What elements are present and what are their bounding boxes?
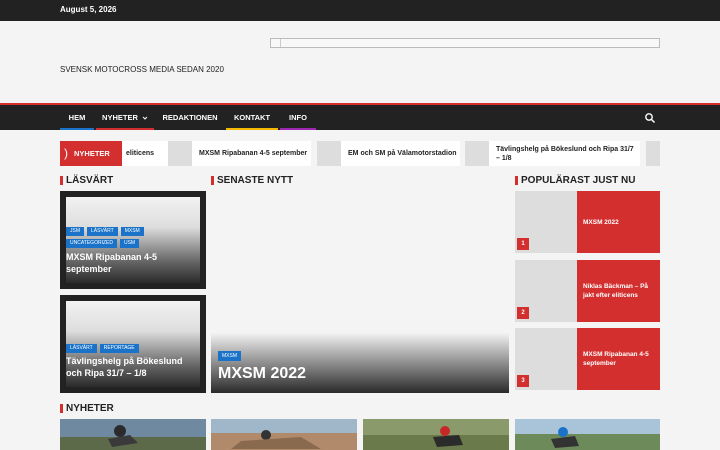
- popular-item[interactable]: 3 MXSM Ripabanan 4-5 september: [515, 328, 660, 390]
- nav-underline: [280, 128, 316, 130]
- card-tags: JSM LÄSVÄRT MXSM UNCATEGORIZED USM: [66, 227, 176, 248]
- nav-underline: [96, 128, 154, 130]
- ticker-pulse-icon: ): [64, 146, 68, 160]
- site-tagline: SVENSK MOTOCROSS MEDIA SEDAN 2020: [60, 65, 224, 74]
- section-title-nyheter: NYHETER: [60, 403, 114, 414]
- ticker-item-title: EM och SM på Välamotorstadion: [348, 150, 457, 157]
- lasvart-card[interactable]: LÄSVÄRT REPORTAGE Tävlingshelg på Bökesl…: [60, 295, 206, 393]
- section-title-popularast: POPULÄRAST JUST NU: [515, 175, 635, 186]
- popular-item[interactable]: 2 Niklas Bäckman – På jakt efter elitice…: [515, 260, 660, 322]
- top-bar: August 5, 2026: [0, 0, 720, 21]
- category-tag[interactable]: MXSM: [120, 227, 144, 236]
- category-tag[interactable]: REPORTAGE: [99, 344, 139, 353]
- nav-item-nyheter[interactable]: NYHETER: [96, 105, 154, 130]
- nav-item-label: REDAKTIONEN: [162, 113, 218, 122]
- news-thumbnail[interactable]: [211, 419, 357, 450]
- ticker-item-title: Tävlingshelg på Bökeslund och Ripa 31/7 …: [496, 145, 634, 162]
- news-thumbnail[interactable]: [60, 419, 206, 450]
- ticker-thumbnail: [317, 141, 341, 166]
- current-date: August 5, 2026: [60, 5, 117, 14]
- nav-item-redaktionen[interactable]: REDAKTIONEN: [158, 105, 222, 130]
- popular-item[interactable]: 1 MXSM 2022: [515, 191, 660, 253]
- lasvart-card[interactable]: JSM LÄSVÄRT MXSM UNCATEGORIZED USM MXSM …: [60, 191, 206, 289]
- popular-rank: 2: [517, 307, 529, 319]
- category-tag[interactable]: MXSM: [218, 351, 241, 361]
- popular-title[interactable]: MXSM Ripabanan 4-5 september: [577, 328, 660, 390]
- motocross-photo: [515, 419, 660, 450]
- category-tag[interactable]: UNCATEGORIZED: [66, 239, 117, 248]
- motocross-photo: [60, 419, 206, 450]
- section-title-senaste: SENASTE NYTT: [211, 175, 293, 186]
- ticker-item[interactable]: Tävlingshelg på Bökeslund och Ripa 31/7 …: [465, 141, 640, 166]
- news-thumbnail[interactable]: [363, 419, 509, 450]
- ticker-item[interactable]: MXSM Ripabanan 4-5 september: [168, 141, 311, 166]
- popular-rank: 1: [517, 238, 529, 250]
- nav-underline: [226, 128, 278, 130]
- card-title[interactable]: MXSM Ripabanan 4-5 september: [66, 251, 200, 275]
- category-tag[interactable]: LÄSVÄRT: [87, 227, 118, 236]
- header-banner-image[interactable]: [270, 38, 660, 48]
- ticker-item[interactable]: EM och SM på Välamotorstadion: [317, 141, 460, 166]
- search-icon[interactable]: [644, 112, 656, 124]
- nav-item-label: INFO: [289, 113, 307, 122]
- featured-title[interactable]: MXSM 2022: [218, 365, 306, 383]
- nav-item-hem[interactable]: HEM: [60, 105, 94, 130]
- news-ticker: ) NYHETER eliticens MXSM Ripabanan 4-5 s…: [60, 141, 660, 166]
- main-navigation: HEM NYHETER REDAKTIONEN KONTAKT INFO: [0, 103, 720, 130]
- featured-article[interactable]: MXSM MXSM 2022: [211, 191, 509, 393]
- ticker-thumbnail: [465, 141, 489, 166]
- section-title-lasvart: LÄSVÄRT: [60, 175, 113, 186]
- chevron-down-icon: [142, 116, 148, 120]
- ticker-item-title: eliticens: [126, 150, 155, 157]
- broken-image-icon: [271, 39, 281, 47]
- nav-item-info[interactable]: INFO: [280, 105, 316, 130]
- nav-item-kontakt[interactable]: KONTAKT: [226, 105, 278, 130]
- ticker-thumbnail: [646, 141, 660, 166]
- ticker-label: ) NYHETER: [60, 141, 122, 166]
- nav-item-label: HEM: [68, 113, 86, 122]
- ticker-item-title: MXSM Ripabanan 4-5 september: [199, 150, 308, 157]
- ticker-item[interactable]: [646, 141, 660, 166]
- nav-item-label: NYHETER: [102, 113, 138, 122]
- popular-title[interactable]: MXSM 2022: [577, 191, 660, 253]
- site-header: SVENSK MOTOCROSS MEDIA SEDAN 2020: [0, 21, 720, 103]
- motocross-photo: [211, 419, 357, 450]
- ticker-thumbnail: [168, 141, 192, 166]
- ticker-label-text: NYHETER: [74, 149, 110, 158]
- category-tag[interactable]: USM: [119, 239, 140, 248]
- category-tag[interactable]: JSM: [66, 227, 84, 236]
- popular-rank: 3: [517, 375, 529, 387]
- nav-item-label: KONTAKT: [233, 113, 271, 122]
- popular-title[interactable]: Niklas Bäckman – På jakt efter eliticens: [577, 260, 660, 322]
- news-thumbnail[interactable]: [515, 419, 661, 450]
- card-tags: LÄSVÄRT REPORTAGE: [66, 344, 176, 353]
- nav-underline: [60, 128, 94, 130]
- card-title[interactable]: Tävlingshelg på Bökeslund och Ripa 31/7 …: [66, 355, 200, 379]
- category-tag[interactable]: LÄSVÄRT: [66, 344, 97, 353]
- motocross-photo: [363, 419, 509, 450]
